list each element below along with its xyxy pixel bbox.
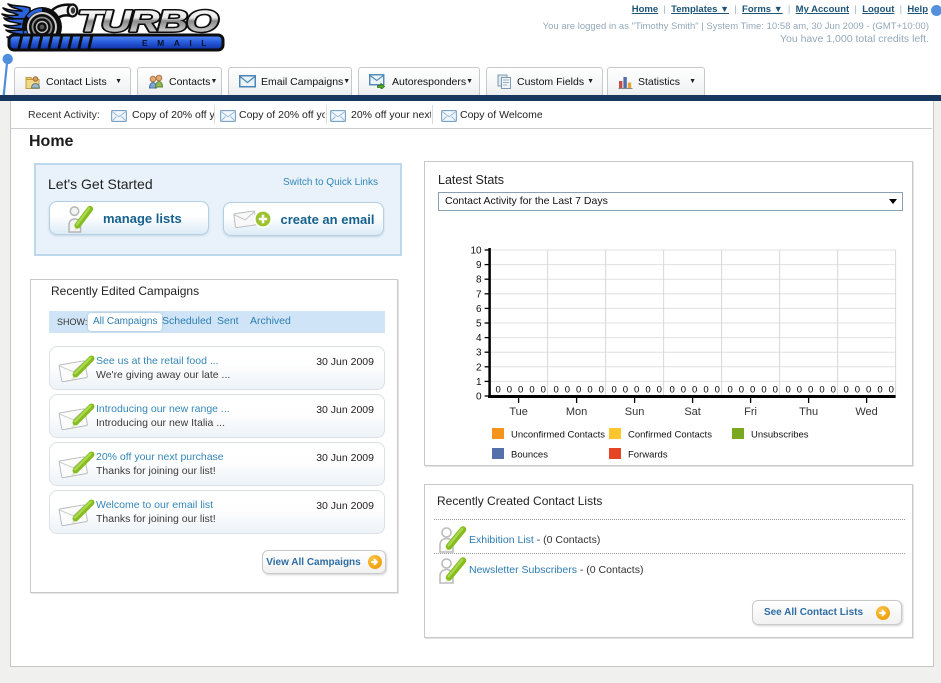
svg-text:0: 0	[877, 385, 882, 396]
svg-text:4: 4	[476, 333, 482, 344]
svg-text:Bounces: Bounces	[511, 450, 548, 461]
svg-text:0: 0	[692, 385, 697, 396]
svg-text:0: 0	[843, 385, 848, 396]
svg-text:0: 0	[576, 385, 581, 396]
svg-text:TURBO: TURBO	[77, 4, 219, 38]
svg-text:0: 0	[750, 385, 755, 396]
svg-text:6: 6	[476, 304, 482, 315]
svg-text:0: 0	[518, 385, 523, 396]
svg-text:0: 0	[739, 385, 744, 396]
svg-text:0: 0	[611, 385, 616, 396]
svg-text:Mon: Mon	[566, 406, 587, 418]
svg-text:0: 0	[819, 385, 824, 396]
svg-text:EMAIL: EMAIL	[142, 38, 216, 48]
svg-text:0: 0	[541, 385, 546, 396]
svg-text:Thu: Thu	[799, 406, 818, 418]
svg-text:8: 8	[476, 275, 482, 286]
svg-text:10: 10	[470, 246, 482, 257]
svg-text:9: 9	[476, 260, 482, 271]
svg-text:Unsubscribes: Unsubscribes	[751, 430, 809, 441]
svg-text:0: 0	[889, 385, 894, 396]
svg-text:Fri: Fri	[744, 406, 757, 418]
svg-text:0: 0	[866, 385, 871, 396]
svg-text:Tue: Tue	[509, 406, 528, 418]
svg-text:0: 0	[727, 385, 732, 396]
svg-text:0: 0	[529, 385, 534, 396]
svg-text:0: 0	[808, 385, 813, 396]
svg-text:0: 0	[797, 385, 802, 396]
svg-text:0: 0	[657, 385, 662, 396]
svg-text:3: 3	[476, 348, 482, 359]
svg-text:0: 0	[495, 385, 500, 396]
svg-text:0: 0	[634, 385, 639, 396]
svg-text:Sat: Sat	[684, 406, 701, 418]
svg-text:0: 0	[773, 385, 778, 396]
svg-text:0: 0	[703, 385, 708, 396]
svg-text:0: 0	[599, 385, 604, 396]
svg-text:0: 0	[831, 385, 836, 396]
svg-text:2: 2	[476, 362, 482, 373]
svg-text:Unconfirmed Contacts: Unconfirmed Contacts	[511, 430, 605, 441]
svg-text:0: 0	[715, 385, 720, 396]
svg-text:0: 0	[476, 392, 482, 403]
svg-text:7: 7	[476, 289, 482, 300]
svg-text:5: 5	[476, 319, 482, 330]
svg-text:0: 0	[565, 385, 570, 396]
svg-text:0: 0	[669, 385, 674, 396]
svg-text:0: 0	[587, 385, 592, 396]
svg-text:0: 0	[553, 385, 558, 396]
svg-text:0: 0	[855, 385, 860, 396]
svg-text:Sun: Sun	[625, 406, 645, 418]
svg-text:Forwards: Forwards	[628, 450, 668, 461]
svg-text:Confirmed Contacts: Confirmed Contacts	[628, 430, 712, 441]
svg-text:1: 1	[476, 377, 482, 388]
svg-text:0: 0	[507, 385, 512, 396]
svg-text:0: 0	[623, 385, 628, 396]
svg-text:0: 0	[785, 385, 790, 396]
svg-text:0: 0	[645, 385, 650, 396]
svg-text:Wed: Wed	[855, 406, 877, 418]
svg-text:0: 0	[681, 385, 686, 396]
svg-text:0: 0	[761, 385, 766, 396]
